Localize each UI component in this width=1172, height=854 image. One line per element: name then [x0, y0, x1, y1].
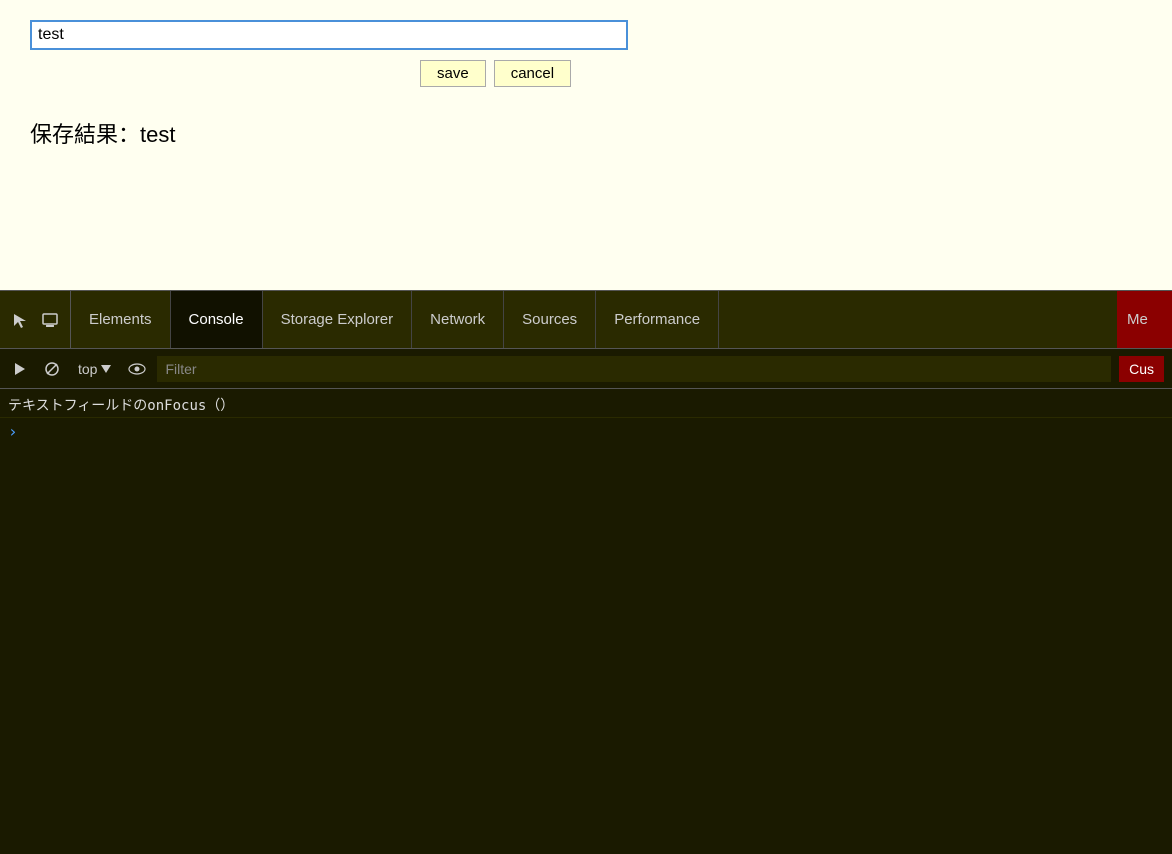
- tab-elements[interactable]: Elements: [71, 291, 171, 348]
- tab-performance[interactable]: Performance: [596, 291, 719, 348]
- device-icon[interactable]: [38, 308, 62, 332]
- cancel-button[interactable]: cancel: [494, 60, 571, 87]
- console-toolbar: top Cus: [0, 349, 1172, 389]
- prompt-arrow-icon: ›: [8, 422, 18, 441]
- page-content: save cancel 保存結果：test: [0, 0, 1172, 290]
- custom-button[interactable]: Cus: [1119, 356, 1164, 382]
- devtools-tabbar: Elements Console Storage Explorer Networ…: [0, 291, 1172, 349]
- eye-icon[interactable]: [125, 357, 149, 381]
- context-selector[interactable]: top: [72, 359, 117, 379]
- tab-sources[interactable]: Sources: [504, 291, 596, 348]
- tab-console[interactable]: Console: [171, 291, 263, 348]
- devtools-icon-group: [0, 291, 71, 348]
- save-result: 保存結果：test: [30, 117, 1142, 149]
- block-icon[interactable]: [40, 357, 64, 381]
- tab-more[interactable]: Me: [1117, 291, 1172, 348]
- save-button[interactable]: save: [420, 60, 486, 87]
- context-label: top: [78, 361, 97, 377]
- devtools-panel: Elements Console Storage Explorer Networ…: [0, 290, 1172, 854]
- text-field[interactable]: [30, 20, 628, 50]
- console-log-line: テキストフィールドのonFocus（）: [0, 393, 1172, 418]
- tab-network[interactable]: Network: [412, 291, 504, 348]
- filter-input[interactable]: [157, 356, 1111, 382]
- console-output: テキストフィールドのonFocus（） ›: [0, 389, 1172, 854]
- console-prompt[interactable]: ›: [0, 418, 1172, 445]
- play-icon[interactable]: [8, 357, 32, 381]
- tab-storage-explorer[interactable]: Storage Explorer: [263, 291, 413, 348]
- button-row: save cancel: [420, 60, 1142, 87]
- cursor-icon[interactable]: [8, 308, 32, 332]
